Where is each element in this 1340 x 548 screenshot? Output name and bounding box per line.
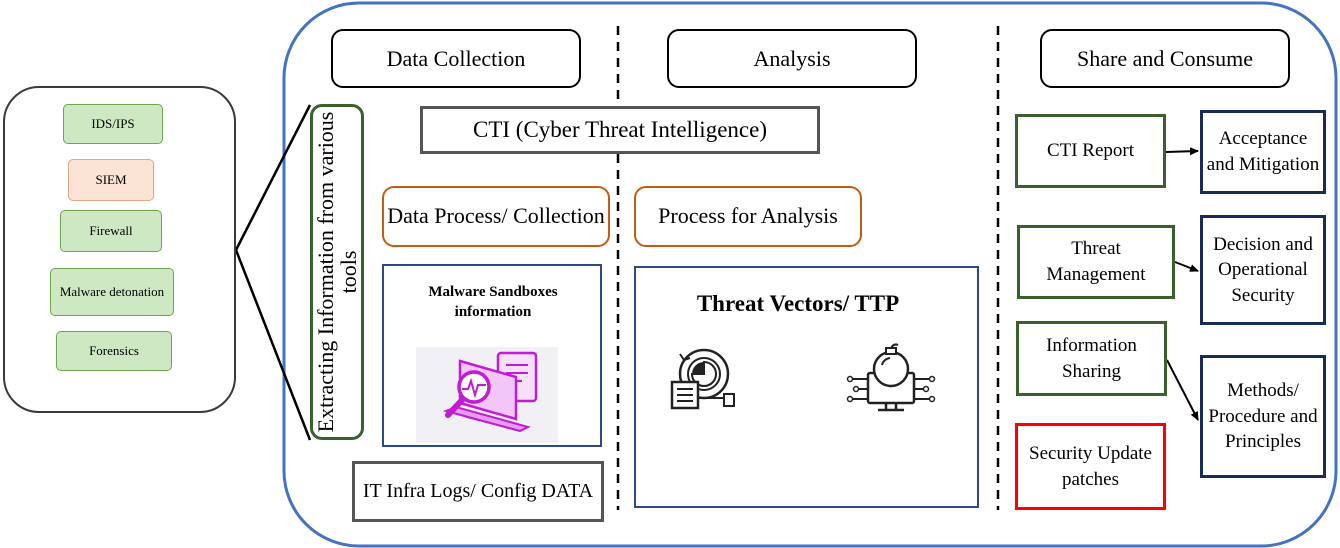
extracting-label: Extracting Information from various tool… <box>312 111 361 433</box>
laptop-analysis-icon <box>416 347 558 443</box>
funnel-line-top <box>234 104 312 251</box>
tool-forensics: Forensics <box>56 331 172 371</box>
funnel-line-bottom <box>234 249 312 441</box>
threat-vectors-label: Threat Vectors/ TTP <box>696 291 900 316</box>
header-data-collection: Data Collection <box>331 29 581 88</box>
arrow-cti-report <box>1165 147 1199 156</box>
malware-sandbox-label: Malware Sandboxes information <box>428 283 558 320</box>
cti-report-box: CTI Report <box>1015 114 1166 188</box>
cti-box: CTI (Cyber Threat Intelligence) <box>420 106 820 154</box>
tool-ids-ips: IDS/IPS <box>63 104 163 144</box>
security-update-box: Security Update patches <box>1015 423 1166 510</box>
information-sharing-box: Information Sharing <box>1016 321 1167 396</box>
tool-malware-detonation: Malware detonation <box>50 268 174 316</box>
target-report-icon <box>668 346 740 412</box>
decision-operational-box: Decision and Operational Security <box>1200 215 1326 325</box>
methods-procedure-box: Methods/ Procedure and Principles <box>1200 355 1326 478</box>
it-infra-logs-box: IT Infra Logs/ Config DATA <box>352 461 604 522</box>
tool-firewall: Firewall <box>60 210 162 252</box>
threat-management-box: Threat Management <box>1017 225 1175 299</box>
arrow-info-sharing <box>1166 359 1199 421</box>
data-process-box: Data Process/ Collection <box>382 186 610 247</box>
process-analysis-box: Process for Analysis <box>634 186 862 247</box>
tool-siem: SIEM <box>68 159 154 201</box>
arrow-threat-mgmt <box>1174 261 1199 272</box>
header-share-consume: Share and Consume <box>1040 29 1290 88</box>
header-analysis: Analysis <box>667 29 917 88</box>
acceptance-mitigation-box: Acceptance and Mitigation <box>1200 110 1326 194</box>
bomb-computer-icon <box>846 343 936 413</box>
